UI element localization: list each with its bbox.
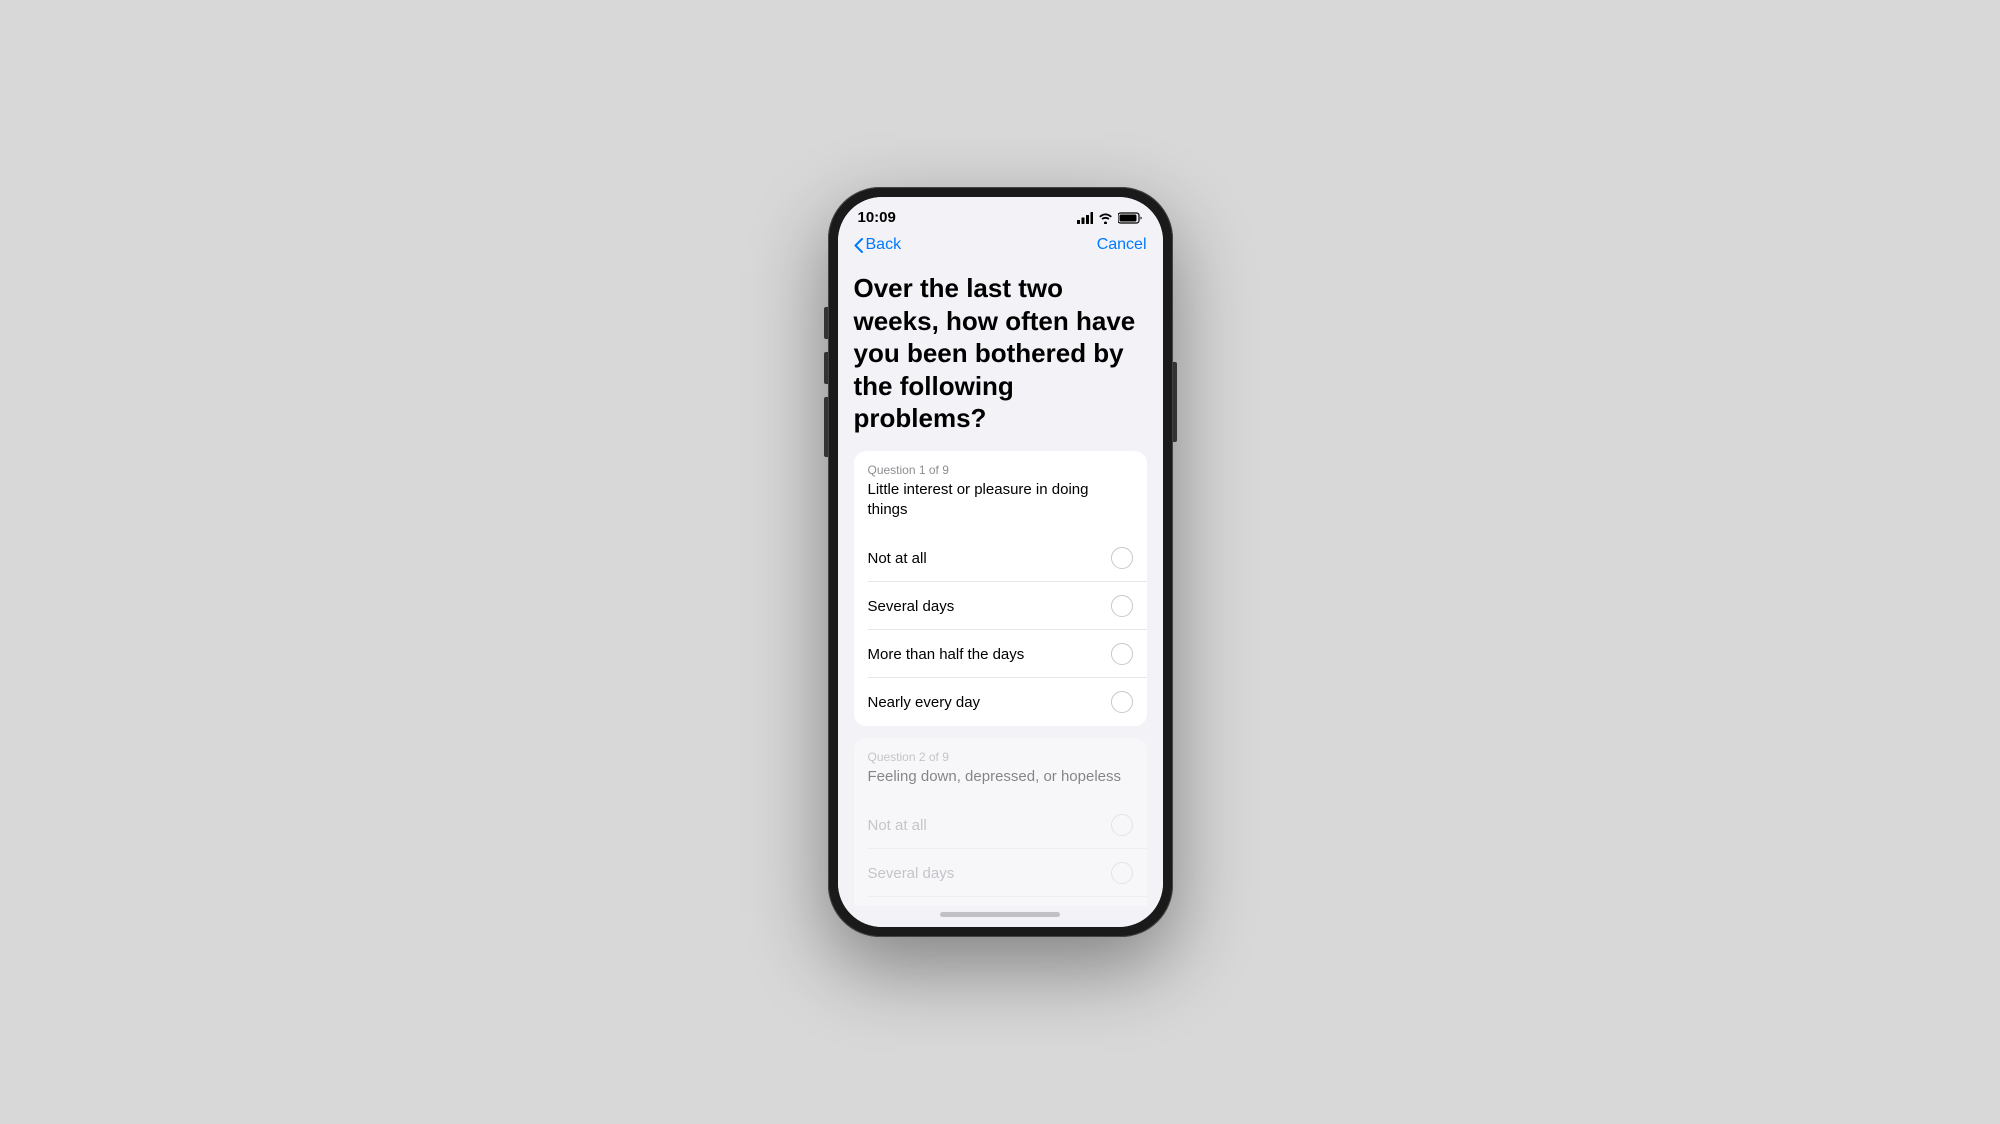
radio-q2-0 [1111, 814, 1133, 836]
chevron-left-icon [854, 238, 863, 253]
option-q1-2[interactable]: More than half the days [854, 630, 1147, 678]
battery-icon [1118, 212, 1143, 224]
option-q2-0-label: Not at all [868, 817, 927, 834]
option-q2-1-label: Several days [868, 865, 955, 882]
radio-q1-3[interactable] [1111, 691, 1133, 713]
question-2-label: Question 2 of 9 [868, 750, 1133, 764]
option-q2-0: Not at all [854, 801, 1147, 849]
question-1-label: Question 1 of 9 [868, 463, 1133, 477]
volume-down-button [824, 397, 828, 457]
question-2-text: Feeling down, depressed, or hopeless [868, 767, 1133, 797]
phone-frame: 10:09 [828, 187, 1173, 937]
question-1-header: Question 1 of 9 Little interest or pleas… [854, 451, 1147, 535]
option-q1-1-label: Several days [868, 598, 955, 615]
status-bar: 10:09 [838, 197, 1163, 230]
phone-screen: 10:09 [838, 197, 1163, 927]
status-time: 10:09 [858, 209, 896, 226]
nav-bar: Back Cancel [838, 230, 1163, 262]
option-q2-1: Several days [854, 849, 1147, 897]
volume-up-button [824, 352, 828, 384]
option-q1-3[interactable]: Nearly every day [854, 678, 1147, 726]
option-q1-3-label: Nearly every day [868, 694, 981, 711]
back-button[interactable]: Back [854, 236, 902, 254]
option-q1-1[interactable]: Several days [854, 582, 1147, 630]
wifi-icon [1098, 212, 1113, 224]
home-indicator [838, 906, 1163, 927]
option-q2-2: More than half the days [854, 897, 1147, 906]
option-q1-0[interactable]: Not at all [854, 534, 1147, 582]
signal-icon [1077, 212, 1093, 224]
radio-q1-2[interactable] [1111, 643, 1133, 665]
question-2-header: Question 2 of 9 Feeling down, depressed,… [854, 738, 1147, 801]
radio-q1-1[interactable] [1111, 595, 1133, 617]
question-card-1: Question 1 of 9 Little interest or pleas… [854, 451, 1147, 727]
mute-button [824, 307, 828, 339]
question-card-2: Question 2 of 9 Feeling down, depressed,… [854, 738, 1147, 906]
option-q1-2-label: More than half the days [868, 646, 1025, 663]
cancel-button[interactable]: Cancel [1097, 236, 1147, 254]
page-title: Over the last two weeks, how often have … [854, 272, 1147, 435]
content-area: Over the last two weeks, how often have … [838, 262, 1163, 906]
radio-q2-1 [1111, 862, 1133, 884]
question-1-text: Little interest or pleasure in doing thi… [868, 480, 1133, 531]
radio-q1-0[interactable] [1111, 547, 1133, 569]
home-bar [940, 912, 1060, 917]
status-icons [1077, 212, 1143, 224]
power-button [1173, 362, 1177, 442]
option-q1-0-label: Not at all [868, 550, 927, 567]
